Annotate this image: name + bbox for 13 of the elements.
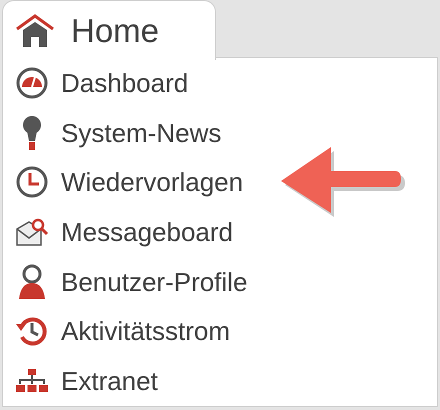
menu-item[interactable]: Benutzer-Profile [61, 268, 248, 295]
home-tab[interactable]: Home [2, 0, 216, 60]
menu-item[interactable]: Wiedervorlagen [61, 169, 244, 196]
menu-item[interactable]: System-News [61, 120, 222, 146]
menu-item[interactable]: Aktivitätsstrom [61, 318, 230, 344]
gauge-icon [15, 66, 49, 100]
envelope-search-icon [15, 217, 49, 248]
tab-label: Home [71, 14, 160, 47]
menu-item[interactable]: Extranet [61, 368, 158, 394]
menu-item[interactable]: Dashboard [61, 70, 188, 96]
clock-icon [15, 165, 49, 200]
menu-item[interactable]: Messageboard [61, 219, 233, 246]
house-icon [15, 12, 55, 48]
